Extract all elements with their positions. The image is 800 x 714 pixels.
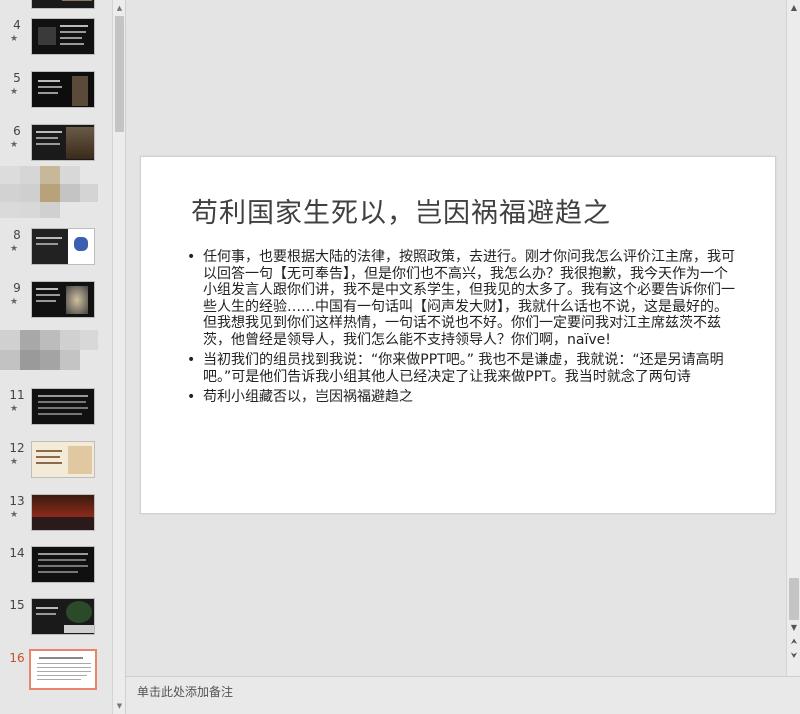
slide-thumbnail-5[interactable] — [31, 71, 95, 108]
transition-star-icon: ★ — [10, 140, 19, 150]
transition-star-icon: ★ — [10, 404, 19, 414]
thumb-row-9[interactable]: 9 ★ — [0, 281, 112, 329]
thumb-row-13[interactable]: 13 ★ — [0, 494, 112, 542]
obscured-thumbnail-10 — [0, 330, 100, 380]
thumb-row-12[interactable]: 12 ★ — [0, 441, 112, 489]
bullet-icon: • — [187, 249, 196, 265]
bullet-text: 当初我们的组员找到我说：“你来做PPT吧。” 我也不是谦虚，我就说：“还是另请高… — [203, 352, 724, 385]
slide-number: 11 — [9, 388, 25, 402]
slide-number: 9 — [13, 281, 21, 295]
bullet-item[interactable]: • 当初我们的组员找到我说：“你来做PPT吧。” 我也不是谦虚，我就说：“还是另请… — [187, 352, 735, 385]
thumb-row-16[interactable]: 16 — [0, 649, 112, 699]
bullet-list[interactable]: • 任何事，也要根据大陆的法律，按照政策，去进行。刚才你问我怎么评价江主席，我可以… — [187, 249, 735, 410]
thumb-row-8[interactable]: 8 ★ — [0, 228, 112, 276]
notes-placeholder[interactable]: 单击此处添加备注 — [137, 683, 233, 700]
bullet-text: 苟利小组藏否以，岂因祸福避趋之 — [203, 389, 413, 405]
scroll-up-icon[interactable]: ▲ — [114, 2, 125, 14]
slide-number: 14 — [9, 546, 25, 560]
bullet-text: 任何事，也要根据大陆的法律，按照政策，去进行。刚才你问我怎么评价江主席，我可以回… — [203, 249, 735, 348]
scrollbar-thumb[interactable] — [115, 16, 124, 132]
slide-thumbnail-pane: 4 ★ 5 ★ 6 ★ 8 ★ 9 ★ 11 ★ 12 ★ 13 ★ 14 15… — [0, 0, 112, 714]
slide-number: 8 — [13, 228, 21, 242]
transition-star-icon: ★ — [10, 244, 19, 254]
thumbnail-scrollbar[interactable]: ▲ ▼ — [112, 0, 126, 714]
thumb-row-14[interactable]: 14 — [0, 546, 112, 594]
thumb-row-15[interactable]: 15 — [0, 598, 112, 646]
transition-star-icon: ★ — [10, 34, 19, 44]
previous-slide-icon[interactable]: ⮝ — [788, 636, 800, 648]
scroll-up-icon[interactable]: ▲ — [788, 2, 800, 14]
slide-thumbnail-15[interactable] — [31, 598, 95, 635]
slide-thumbnail-11[interactable] — [31, 388, 95, 425]
slide-number: 16 — [9, 651, 25, 665]
thumb-row-6[interactable]: 6 ★ — [0, 124, 112, 172]
slide-thumbnail-13[interactable] — [31, 494, 95, 531]
slide-title[interactable]: 苟利国家生死以，岂因祸福避趋之 — [191, 191, 611, 230]
slide-editor: 苟利国家生死以，岂因祸福避趋之 • 任何事，也要根据大陆的法律，按照政策，去进行。… — [126, 0, 786, 676]
slide-thumbnail-9[interactable] — [31, 281, 95, 318]
notes-pane[interactable]: 单击此处添加备注 — [126, 676, 800, 714]
slide-number: 5 — [13, 71, 21, 85]
transition-star-icon: ★ — [10, 297, 19, 307]
thumb-row-4[interactable]: 4 ★ — [0, 18, 112, 66]
slide-thumbnail-12[interactable] — [31, 441, 95, 478]
bullet-item[interactable]: • 任何事，也要根据大陆的法律，按照政策，去进行。刚才你问我怎么评价江主席，我可以… — [187, 249, 735, 348]
editor-scrollbar[interactable]: ▲ ▼ ⮝ ⮟ — [786, 0, 800, 676]
bullet-item[interactable]: • 苟利小组藏否以，岂因祸福避趋之 — [187, 389, 735, 406]
slide-thumbnail-4[interactable] — [31, 18, 95, 55]
bullet-icon: • — [187, 389, 196, 405]
slide-thumbnail-3[interactable] — [31, 0, 95, 9]
transition-star-icon: ★ — [10, 457, 19, 467]
scrollbar-thumb[interactable] — [789, 578, 799, 620]
thumb-row-11[interactable]: 11 ★ — [0, 388, 112, 436]
slide-number: 15 — [9, 598, 25, 612]
slide-number: 12 — [9, 441, 25, 455]
next-slide-icon[interactable]: ⮟ — [788, 650, 800, 662]
obscured-thumbnail-7 — [0, 166, 100, 218]
slide-number: 6 — [13, 124, 21, 138]
scroll-down-icon[interactable]: ▼ — [788, 622, 800, 634]
slide-thumbnail-6[interactable] — [31, 124, 95, 161]
slide-number: 13 — [9, 494, 25, 508]
transition-star-icon: ★ — [10, 510, 19, 520]
slide-canvas[interactable]: 苟利国家生死以，岂因祸福避趋之 • 任何事，也要根据大陆的法律，按照政策，去进行。… — [140, 156, 776, 514]
slide-thumbnail-16[interactable] — [29, 649, 97, 690]
slide-number: 4 — [13, 18, 21, 32]
slide-thumbnail-8[interactable] — [31, 228, 95, 265]
scroll-down-icon[interactable]: ▼ — [114, 700, 125, 712]
slide-thumbnail-14[interactable] — [31, 546, 95, 583]
bullet-icon: • — [187, 352, 196, 368]
transition-star-icon: ★ — [10, 87, 19, 97]
thumb-row-5[interactable]: 5 ★ — [0, 71, 112, 119]
